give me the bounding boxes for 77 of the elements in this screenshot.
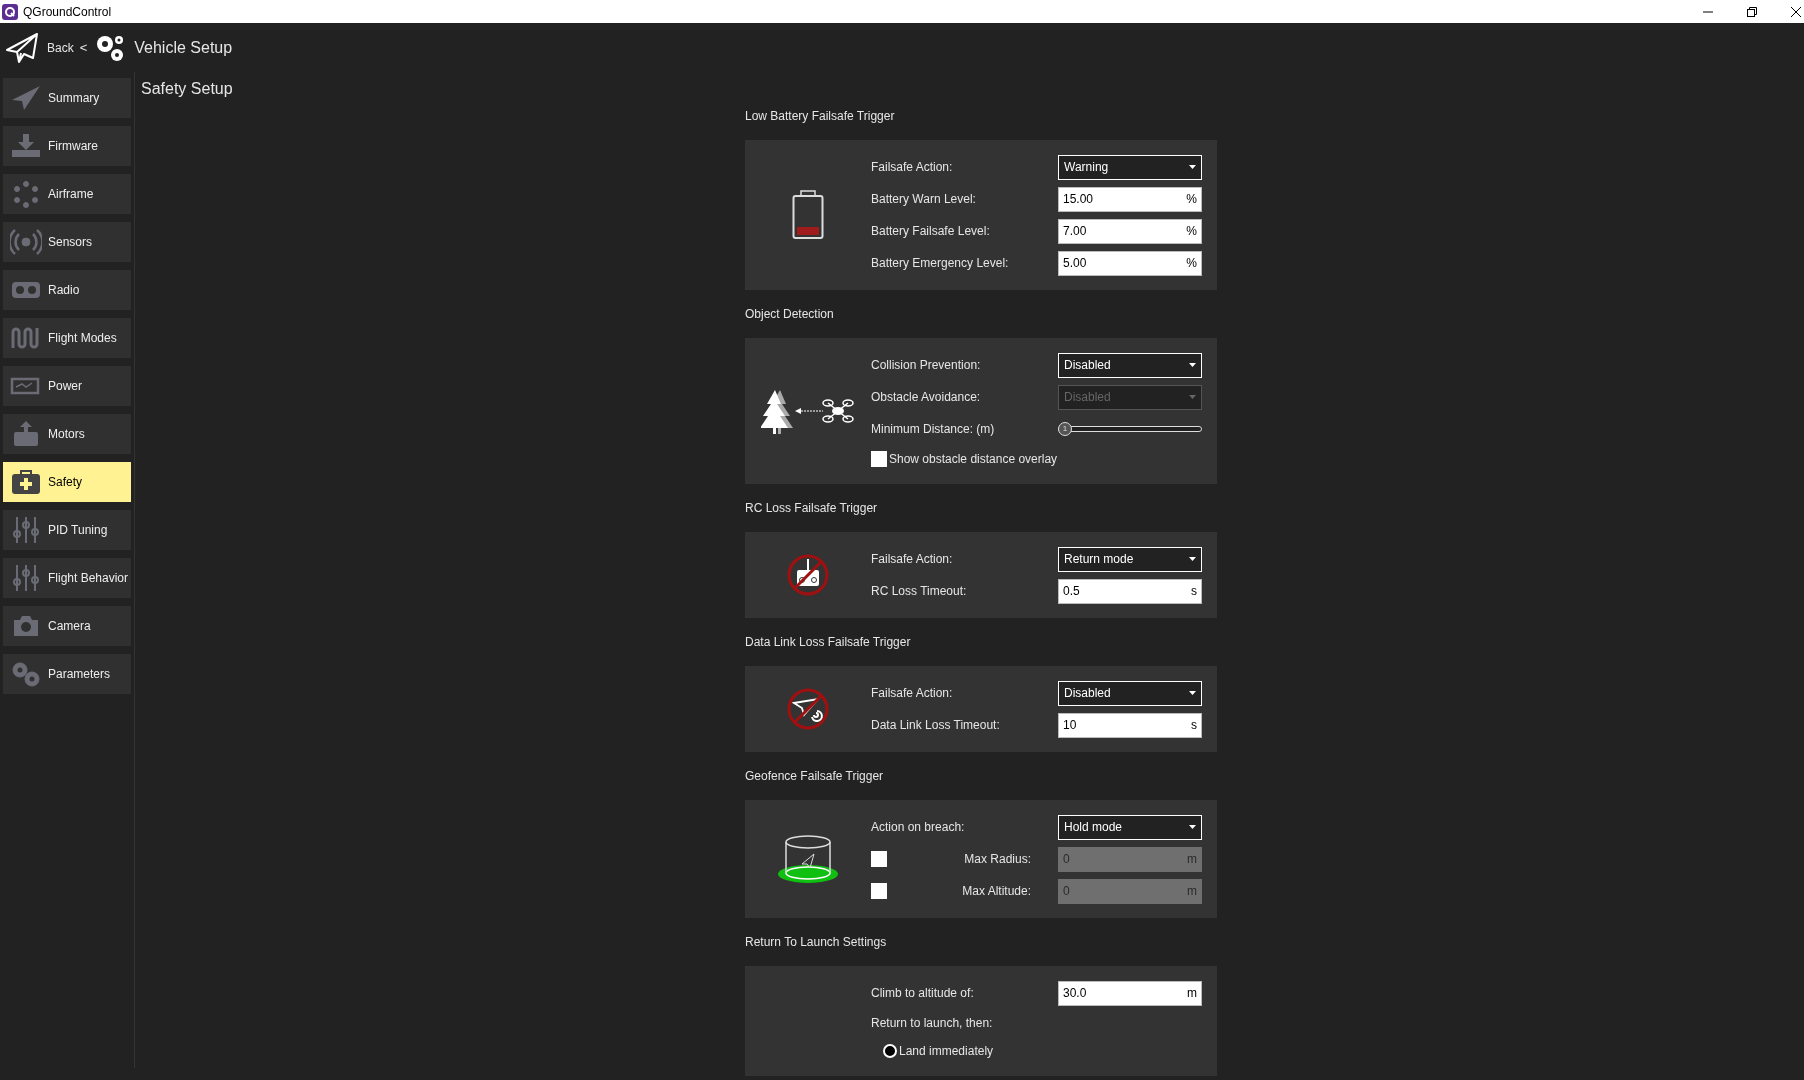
group-heading: Low Battery Failsafe Trigger [745, 108, 896, 125]
field-label: RC Loss Timeout: [871, 584, 967, 598]
field-label: Return to launch, then: [871, 1016, 993, 1030]
section-heading: Safety Setup [141, 80, 234, 99]
field-label: Obstacle Avoidance: [871, 390, 981, 404]
page-heading: Vehicle Setup [134, 38, 233, 57]
dropdown[interactable]: Return mode [1058, 546, 1202, 572]
group-heading: Data Link Loss Failsafe Trigger [745, 634, 912, 651]
sliders-icon [10, 564, 42, 592]
paper-plane-icon[interactable] [5, 31, 39, 64]
sidebar-item[interactable]: PID Tuning [3, 510, 131, 550]
sidebar-item[interactable]: Power [3, 366, 131, 406]
sidebar-item[interactable]: Firmware [3, 126, 131, 166]
sidebar-item[interactable]: Airframe [3, 174, 131, 214]
sidebar-item[interactable]: Parameters [3, 654, 131, 694]
radio-button[interactable] [883, 1044, 897, 1058]
caret-icon [1189, 691, 1196, 695]
sidebar-item[interactable]: Radio [3, 270, 131, 310]
sidebar-item[interactable]: Flight Modes [3, 318, 131, 358]
no-transmitter-icon [786, 553, 830, 597]
slider-thumb[interactable]: 1 [1058, 422, 1072, 436]
sliders-icon [10, 516, 42, 544]
field-label: Data Link Loss Timeout: [871, 718, 1000, 732]
restore-icon[interactable] [1746, 5, 1758, 18]
sidebar-item[interactable]: Safety [3, 462, 131, 502]
input-field[interactable]: 30.0 m [1058, 980, 1202, 1006]
checkbox[interactable] [871, 451, 887, 467]
first-aid-kit-icon [10, 468, 42, 496]
field-label: Battery Warn Level: [871, 192, 976, 206]
sidebar-item[interactable]: Flight Behavior [3, 558, 131, 598]
field-label: Max Altitude: [962, 884, 1031, 898]
field-label: Climb to altitude of: [871, 986, 974, 1000]
download-icon [10, 132, 42, 160]
sidebar-item[interactable]: Camera [3, 606, 131, 646]
close-icon[interactable] [1790, 5, 1802, 18]
group-heading: Object Detection [745, 306, 835, 323]
sidebar-item[interactable]: Sensors [3, 222, 131, 262]
input-field[interactable]: 7.00 % [1058, 218, 1202, 244]
geofence-cylinder-icon [777, 834, 839, 884]
low-battery-icon [792, 190, 824, 240]
caret-icon [1189, 557, 1196, 561]
group-heading: Return To Launch Settings [745, 934, 888, 951]
dropdown[interactable]: Warning [1058, 154, 1202, 180]
dropdown[interactable]: Disabled [1058, 680, 1202, 706]
field-label: Minimum Distance: (m) [871, 422, 995, 436]
field-label: Max Radius: [964, 852, 1031, 866]
field-label: Battery Failsafe Level: [871, 224, 990, 238]
field-label: Collision Prevention: [871, 358, 981, 372]
checkbox-label: Show obstacle distance overlay [889, 452, 1058, 466]
gears-icon [10, 660, 42, 688]
caret-icon [1189, 825, 1196, 829]
input-field[interactable]: 10 s [1058, 712, 1202, 738]
field-label: Battery Emergency Level: [871, 256, 1009, 270]
caret-icon [1189, 395, 1196, 399]
group-heading: RC Loss Failsafe Trigger [745, 500, 879, 517]
dropdown[interactable]: Hold mode [1058, 814, 1202, 840]
caret-icon [1189, 363, 1196, 367]
group-heading: Geofence Failsafe Trigger [745, 768, 885, 785]
field-label: Failsafe Action: [871, 552, 953, 566]
input-field[interactable]: 0.5 s [1058, 578, 1202, 604]
dropdown[interactable]: Disabled [1058, 352, 1202, 378]
slider-track[interactable]: 1 [1058, 422, 1202, 436]
field-label: Failsafe Action: [871, 160, 953, 174]
breadcrumb-separator: < [79, 40, 88, 55]
window-title: QGroundControl [23, 4, 112, 19]
input-field[interactable]: 5.00 % [1058, 250, 1202, 276]
field-label: Failsafe Action: [871, 686, 953, 700]
back-link[interactable]: Back [47, 40, 74, 55]
paper-plane-icon [10, 84, 42, 112]
input-field[interactable]: 15.00 % [1058, 186, 1202, 212]
no-datalink-icon [786, 687, 830, 731]
radio-label: Land immediately [899, 1044, 994, 1058]
radio-waves-icon [10, 228, 42, 256]
sidebar-item[interactable]: Motors [3, 414, 131, 454]
sidebar-item[interactable]: Summary [3, 78, 131, 118]
field-label: Action on breach: [871, 820, 965, 834]
caret-icon [1189, 165, 1196, 169]
